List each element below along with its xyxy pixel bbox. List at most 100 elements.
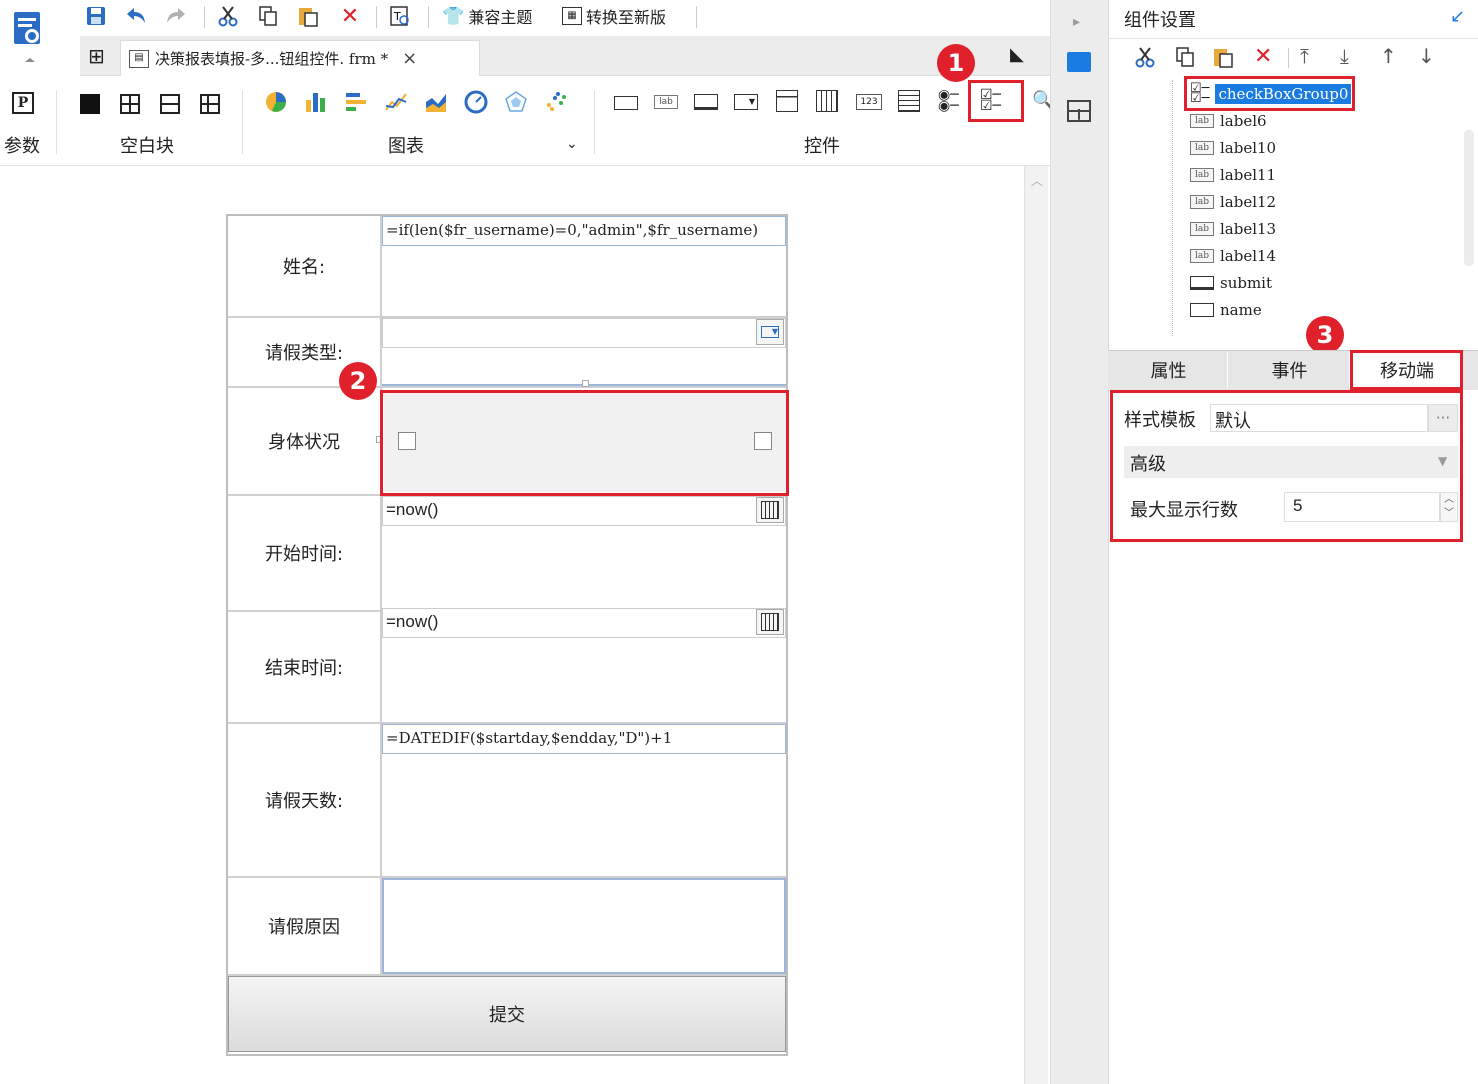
blank-block-icon[interactable] — [80, 94, 100, 114]
paste-icon[interactable] — [1212, 46, 1234, 72]
tree-item-label[interactable]: lab label14 — [1190, 244, 1276, 268]
leave-type-combobox[interactable] — [382, 318, 786, 348]
calendar-icon[interactable] — [756, 497, 784, 523]
group-label-widget: 控件 — [804, 136, 840, 157]
layout-icon[interactable] — [1067, 100, 1091, 122]
combobox-widget-icon[interactable]: ▼ — [734, 94, 758, 110]
label-health: 身体状况 — [228, 388, 382, 494]
tree-item-label[interactable]: lab label13 — [1190, 217, 1276, 241]
pie-chart-icon[interactable] — [264, 90, 288, 118]
expand-arrow-icon[interactable]: ▸ — [1073, 14, 1080, 30]
tab-menu-icon[interactable]: ◣ — [1010, 44, 1024, 65]
move-down-icon[interactable]: ↓ — [1418, 44, 1435, 68]
preview-icon[interactable]: T — [388, 4, 412, 28]
copy-icon[interactable] — [256, 4, 280, 28]
tree-item-label[interactable]: lab label11 — [1190, 163, 1276, 187]
calendar-icon[interactable] — [756, 609, 784, 635]
scroll-up-icon[interactable]: ︿ — [1031, 172, 1043, 189]
number-widget-icon[interactable]: 123 — [856, 94, 882, 110]
button-icon — [1190, 276, 1214, 290]
widget-settings-icon[interactable] — [1067, 52, 1091, 72]
collapse-arrow-icon[interactable]: ↙ — [1450, 6, 1465, 27]
cut-icon[interactable] — [1134, 46, 1156, 72]
start-date-field[interactable]: =now() — [382, 496, 786, 526]
paste-icon[interactable] — [296, 4, 320, 28]
copy-icon[interactable] — [1174, 46, 1196, 72]
area-chart-icon[interactable] — [424, 90, 448, 118]
highlight-mobile-settings — [1110, 390, 1463, 542]
scatter-chart-icon[interactable] — [544, 90, 568, 118]
redo-icon[interactable] — [164, 4, 188, 28]
textfield-icon — [1190, 303, 1214, 317]
reason-textarea[interactable] — [382, 878, 786, 974]
cut-icon[interactable] — [216, 4, 240, 28]
calendar-widget-icon[interactable] — [816, 90, 838, 112]
submit-button[interactable]: 提交 — [228, 976, 786, 1052]
undo-icon[interactable] — [124, 4, 148, 28]
grid-icon[interactable]: ⊞ — [88, 44, 105, 68]
move-bottom-icon[interactable]: ⤓ — [1340, 44, 1349, 68]
name-field[interactable]: =if(len($fr_username)=0,"admin",$fr_user… — [382, 216, 786, 246]
tab-events[interactable]: 事件 — [1230, 352, 1350, 388]
dropdown-icon[interactable]: ▼ — [756, 319, 784, 345]
panel-title: 组件设置 — [1124, 10, 1196, 31]
tree-item-name[interactable]: name — [1190, 298, 1262, 322]
label-days: 请假天数: — [228, 724, 382, 876]
group-label-chart: 图表 — [388, 136, 424, 157]
side-strip: ▸ — [1050, 0, 1108, 1084]
resize-handle-top[interactable] — [582, 380, 589, 387]
date-widget-icon[interactable] — [776, 90, 798, 112]
compat-theme-button[interactable]: 👕 兼容主题 — [442, 4, 532, 28]
days-field[interactable]: =DATEDIF($startday,$endday,"D")+1 — [382, 724, 786, 754]
textarea-widget-icon[interactable] — [898, 90, 920, 112]
tree-scrollbar[interactable] — [1464, 130, 1474, 266]
form-file-icon: ▤ — [129, 49, 149, 68]
label-reason: 请假原因 — [228, 878, 382, 974]
shirt-icon: 👕 — [442, 5, 465, 27]
tab-properties[interactable]: 属性 — [1110, 352, 1228, 388]
label-widget-icon[interactable]: lab — [654, 95, 678, 109]
tab-document[interactable]: ▤ 决策报表填报-多...钮组控件. frm * × — [120, 40, 480, 76]
tree-item-submit[interactable]: submit — [1190, 271, 1272, 295]
absolute-block-icon[interactable] — [200, 94, 220, 114]
label-icon: lab — [1190, 222, 1214, 236]
move-top-icon[interactable]: ⤒ — [1300, 44, 1309, 68]
convert-icon: ▦ — [562, 7, 582, 25]
parameter-icon[interactable]: P — [12, 92, 34, 114]
highlight-box-1 — [968, 80, 1024, 122]
tab-block-icon[interactable] — [160, 94, 180, 114]
highlight-mobile-tab — [1350, 350, 1463, 390]
tree-item-label[interactable]: lab label6 — [1190, 109, 1267, 133]
app-logo[interactable] — [8, 6, 48, 66]
tree-item-label[interactable]: lab label10 — [1190, 136, 1276, 160]
convert-new-button[interactable]: ▦ 转换至新版 — [562, 4, 666, 28]
button-widget-icon[interactable] — [614, 96, 638, 110]
gauge-chart-icon[interactable] — [464, 90, 488, 118]
end-date-field[interactable]: =now() — [382, 608, 786, 638]
label-icon: lab — [1190, 141, 1214, 155]
highlight-tree-item — [1184, 76, 1355, 111]
tree-item-label[interactable]: lab label12 — [1190, 190, 1276, 214]
radio-group-widget-icon[interactable]: ◉─ ◉─ — [938, 88, 959, 113]
step-badge-2: 2 — [339, 362, 377, 400]
vertical-scrollbar[interactable]: ︿ — [1024, 166, 1048, 1084]
split-block-icon[interactable] — [120, 94, 140, 114]
step-badge-3: 3 — [1306, 316, 1344, 354]
bar-chart-icon[interactable] — [304, 90, 328, 118]
label-start-time: 开始时间: — [228, 496, 382, 610]
save-icon[interactable] — [84, 4, 108, 28]
step-badge-1: 1 — [937, 44, 975, 82]
line-chart-icon[interactable] — [384, 90, 408, 118]
textfield-widget-icon[interactable] — [694, 94, 718, 110]
hbar-chart-icon[interactable] — [344, 90, 368, 118]
move-up-icon[interactable]: ↑ — [1380, 44, 1397, 68]
component-settings-panel — [1108, 0, 1478, 1084]
top-toolbar: ✕ T 👕 兼容主题 ▦ 转换至新版 — [0, 0, 1050, 36]
label-icon: lab — [1190, 249, 1214, 263]
delete-icon[interactable]: ✕ — [1254, 44, 1272, 69]
radar-chart-icon[interactable] — [504, 90, 528, 118]
chevron-down-icon[interactable]: ⌄ — [566, 136, 578, 152]
delete-icon[interactable]: ✕ — [338, 4, 362, 29]
tab-close-icon[interactable]: × — [402, 48, 417, 69]
label-icon: lab — [1190, 114, 1214, 128]
